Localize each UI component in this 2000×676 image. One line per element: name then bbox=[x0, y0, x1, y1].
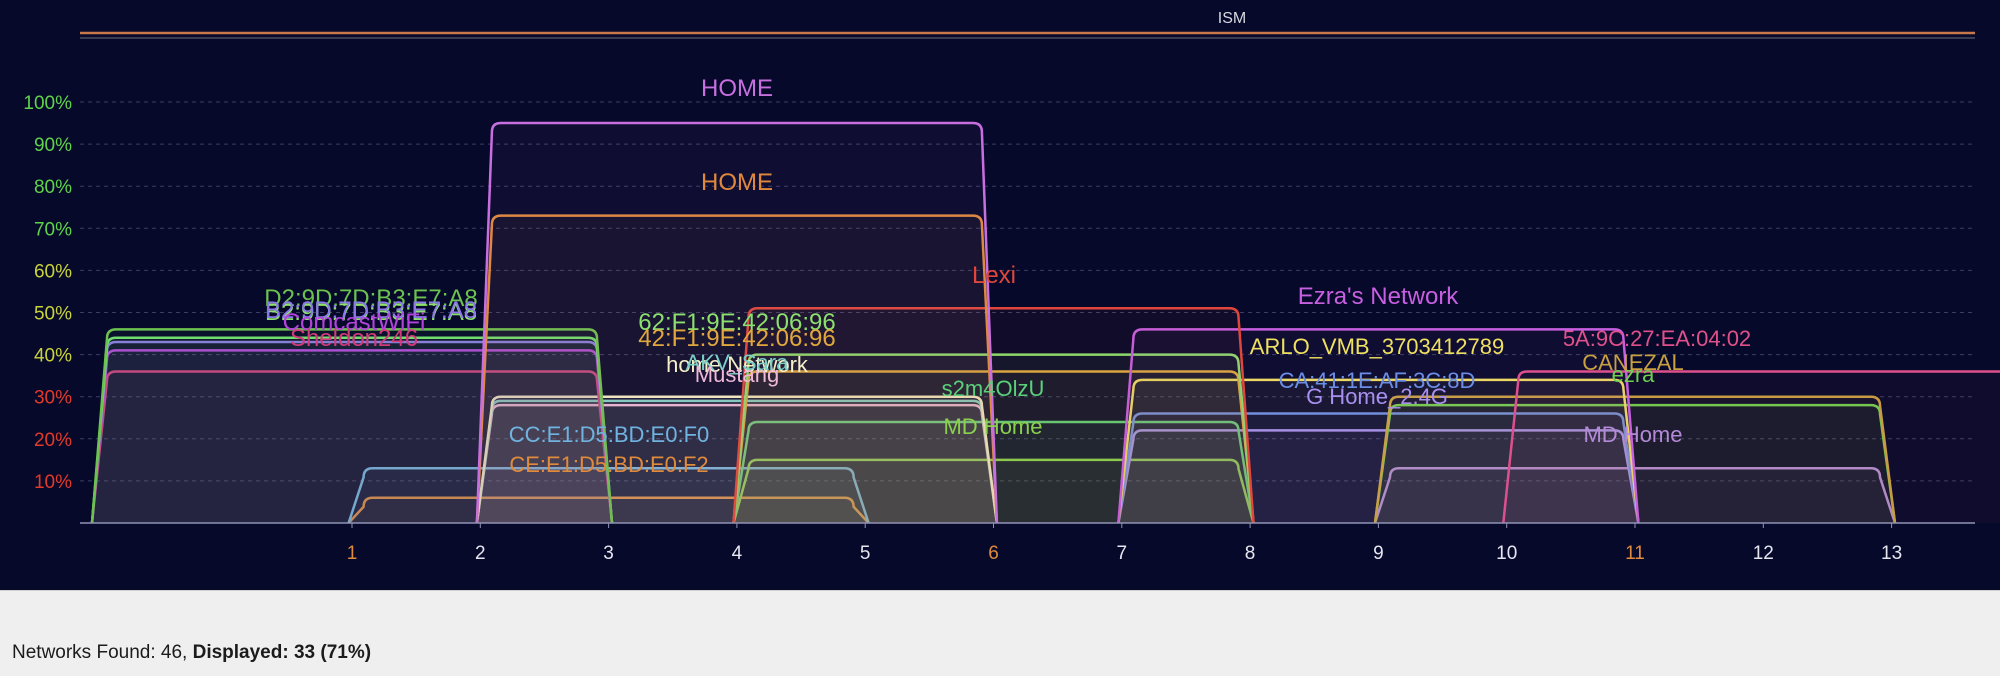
network-label-md-home: MD Home bbox=[1583, 422, 1682, 447]
y-tick-label: 70% bbox=[34, 219, 72, 240]
network-label-ezra: ezra bbox=[1612, 362, 1656, 387]
x-tick-label: 8 bbox=[1245, 543, 1256, 564]
x-tick-label: 7 bbox=[1117, 543, 1128, 564]
x-tick-label: 9 bbox=[1373, 543, 1384, 564]
networks-found-text: Networks Found: 46, bbox=[12, 642, 193, 663]
ism-band: ISM bbox=[80, 10, 1975, 39]
network-label-md-home: MD Home bbox=[943, 414, 1042, 439]
network-label-ezra-s-network: Ezra's Network bbox=[1298, 283, 1460, 310]
network-label-lexi: Lexi bbox=[972, 262, 1016, 289]
y-tick-label: 30% bbox=[34, 388, 72, 409]
network-label-home: HOME bbox=[701, 75, 773, 102]
network-label-mustang: Mustang bbox=[695, 362, 779, 387]
x-tick-label: 5 bbox=[860, 543, 871, 564]
x-tick-label: 6 bbox=[988, 543, 999, 564]
y-tick-label: 60% bbox=[34, 261, 72, 282]
x-tick-label: 11 bbox=[1625, 543, 1645, 564]
status-text: Networks Found: 46, Displayed: 33 (71%) bbox=[12, 642, 371, 664]
network-label-s2m4olzu: s2m4OlzU bbox=[942, 376, 1045, 401]
y-tick-label: 50% bbox=[34, 304, 72, 325]
x-tick-label: 10 bbox=[1496, 543, 1517, 564]
y-tick-label: 20% bbox=[34, 430, 72, 451]
networks-displayed-text: Displayed: 33 (71%) bbox=[192, 642, 372, 663]
x-tick-label: 3 bbox=[603, 543, 614, 564]
y-tick-label: 100% bbox=[23, 93, 72, 114]
network-label-cc-e1-d5-bd-e0-f0: CC:E1:D5:BD:E0:F0 bbox=[509, 422, 710, 447]
network-label-sheldon246: Sheldon246 bbox=[290, 325, 418, 352]
x-tick-label: 4 bbox=[732, 543, 743, 564]
network-label-g-home-2-4g: G Home_2.4G bbox=[1306, 384, 1448, 409]
y-tick-label: 40% bbox=[34, 346, 72, 367]
x-tick-label: 12 bbox=[1753, 543, 1774, 564]
status-bar: Networks Found: 46, Displayed: 33 (71%) bbox=[0, 590, 2000, 676]
network-label-5a-9c-27-ea-04-02: 5A:9C:27:EA:04:02 bbox=[1563, 326, 1751, 351]
y-tick-label: 90% bbox=[34, 135, 72, 156]
band-title: ISM bbox=[1218, 10, 1246, 27]
channel-graph: ISM 100%90%80%70%60%50%40%30%20%10%1 2 3 4 5… bbox=[23, 10, 2000, 564]
network-label-home: HOME bbox=[701, 169, 773, 196]
y-tick-label: 80% bbox=[34, 177, 72, 198]
x-tick-label: 1 bbox=[347, 543, 358, 564]
network-label-42-f1-9e-42-06-96: 42:F1:9E:42:06:96 bbox=[638, 325, 835, 352]
network-label-arlo-vmb-3703412789: ARLO_VMB_3703412789 bbox=[1250, 334, 1504, 359]
y-tick-label: 10% bbox=[34, 472, 72, 493]
x-tick-label: 2 bbox=[475, 543, 486, 564]
x-tick-label: 13 bbox=[1881, 543, 1902, 564]
network-label-ce-e1-d5-bd-e0-f2: CE:E1:D5:BD:E0:F2 bbox=[509, 452, 708, 477]
